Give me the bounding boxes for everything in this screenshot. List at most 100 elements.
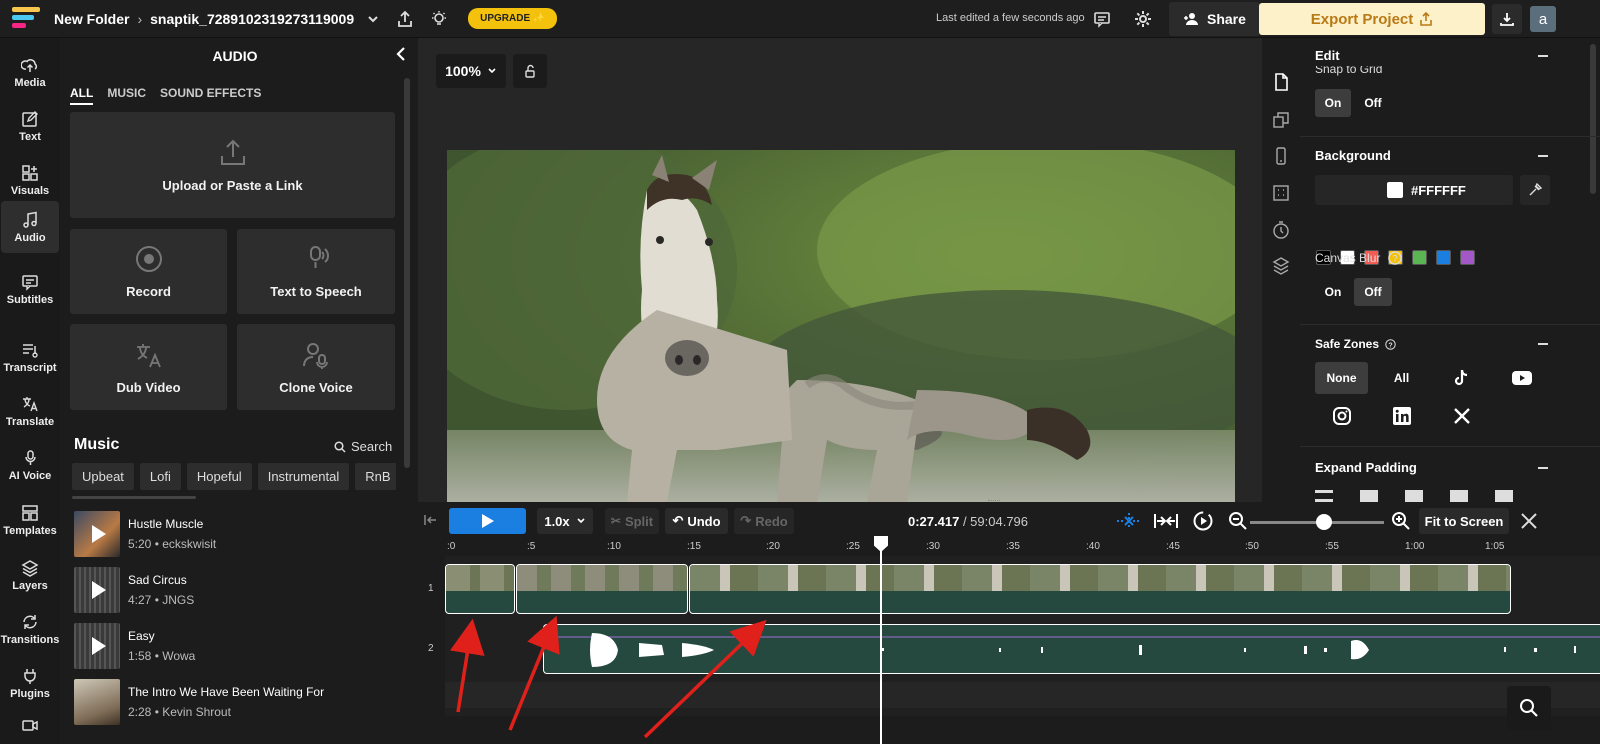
genre-chip[interactable]: RnB	[355, 463, 396, 490]
music-search-button[interactable]: Search	[334, 439, 392, 454]
speed-select[interactable]: 1.0x	[537, 508, 593, 534]
genre-chip[interactable]: Upbeat	[72, 463, 134, 490]
project-name[interactable]: snaptik_7289102319273119009	[150, 11, 354, 27]
mobile-icon[interactable]	[1271, 146, 1291, 166]
clone-voice-card[interactable]: Clone Voice	[237, 324, 395, 410]
nav-ai-voice[interactable]: AI Voice	[0, 439, 60, 491]
grid-icon[interactable]	[1271, 183, 1291, 203]
safe-zone-all[interactable]: All	[1375, 362, 1428, 394]
play-button[interactable]	[449, 508, 526, 534]
nav-text[interactable]: Text	[0, 100, 60, 152]
record-card[interactable]: Record	[70, 229, 227, 314]
video-clip-2[interactable]	[516, 564, 688, 614]
download-icon[interactable]	[1492, 4, 1522, 34]
collapse-panel-icon[interactable]	[394, 46, 408, 67]
timer-icon[interactable]	[1271, 220, 1291, 240]
layers-icon[interactable]	[1271, 256, 1291, 276]
app-logo[interactable]	[12, 6, 44, 31]
swatch-green[interactable]	[1412, 250, 1427, 265]
panel-scrollbar[interactable]	[404, 78, 410, 468]
help-icon[interactable]: ?	[1385, 338, 1396, 350]
x-twitter-icon[interactable]	[1435, 400, 1488, 432]
eyedropper-button[interactable]	[1520, 175, 1550, 205]
search-fab-button[interactable]	[1507, 686, 1551, 730]
list-item[interactable]: Hustle Muscle 5:20 • eckskwisit	[74, 510, 216, 558]
safe-zone-none[interactable]: None	[1315, 362, 1368, 394]
text-to-speech-card[interactable]: Text to Speech	[237, 229, 395, 314]
genre-chip[interactable]: Instrumental	[257, 463, 350, 490]
preview-play-icon[interactable]	[1192, 510, 1214, 532]
time-ruler[interactable]: :0 :5 :10 :15 :20 :25 :30 :35 :40 :45 :5…	[445, 538, 1600, 556]
nav-more[interactable]	[0, 712, 60, 738]
nav-transitions[interactable]: Transitions	[0, 603, 60, 655]
tiktok-icon[interactable]	[1435, 362, 1488, 394]
comment-icon[interactable]	[1093, 10, 1111, 28]
collapse-background-icon[interactable]	[1538, 155, 1548, 157]
list-item[interactable]: Easy 1:58 • Wowa	[74, 622, 195, 670]
background-color-field[interactable]: #FFFFFF	[1315, 175, 1513, 205]
snap-magnet-icon[interactable]	[1116, 512, 1142, 530]
zoom-select[interactable]: 100%	[436, 54, 506, 88]
chips-scrollbar[interactable]	[72, 496, 196, 499]
blur-on-toggle[interactable]: On	[1315, 278, 1351, 306]
collapse-safe-zones-icon[interactable]	[1538, 343, 1548, 345]
tab-sound-effects[interactable]: SOUND EFFECTS	[160, 86, 261, 105]
nav-audio[interactable]: Audio	[1, 201, 59, 253]
collapse-expand-padding-icon[interactable]	[1538, 467, 1548, 469]
undo-button[interactable]: ↶ Undo	[665, 508, 728, 534]
play-icon[interactable]	[92, 581, 106, 599]
collapse-edit-icon[interactable]	[1538, 55, 1548, 57]
play-icon[interactable]	[92, 637, 106, 655]
fit-gaps-icon[interactable]	[1153, 512, 1179, 530]
video-clip-3[interactable]	[689, 564, 1511, 614]
genre-chip[interactable]: Lofi	[139, 463, 181, 490]
zoom-in-icon[interactable]	[1391, 511, 1411, 531]
genre-chip[interactable]: Hopeful	[186, 463, 252, 490]
list-item[interactable]: The Intro We Have Been Waiting For 2:28 •…	[74, 678, 324, 726]
swatch-blue[interactable]	[1436, 250, 1451, 265]
linkedin-icon[interactable]	[1375, 400, 1428, 432]
split-button[interactable]: ✂ Split	[605, 508, 659, 534]
close-icon[interactable]	[1520, 512, 1538, 530]
empty-lane[interactable]	[445, 682, 1600, 708]
padding-left-icon[interactable]	[1450, 490, 1468, 502]
blur-off-toggle[interactable]: Off	[1354, 278, 1392, 306]
folder-breadcrumb[interactable]: New Folder	[54, 11, 129, 27]
nav-subtitles[interactable]: Subtitles	[0, 263, 60, 315]
padding-right-icon[interactable]	[1495, 490, 1513, 502]
zoom-out-icon[interactable]	[1228, 511, 1248, 531]
play-icon[interactable]	[92, 525, 106, 543]
upgrade-button[interactable]: UPGRADE ✨	[468, 8, 558, 29]
nav-templates[interactable]: Templates	[0, 494, 60, 546]
padding-top-icon[interactable]	[1405, 490, 1423, 502]
nav-translate[interactable]: Translate	[0, 385, 60, 437]
list-item[interactable]: Sad Circus 4:27 • JNGS	[74, 566, 194, 614]
nav-media[interactable]: Media	[0, 46, 60, 98]
upload-card[interactable]: Upload or Paste a Link	[70, 112, 395, 218]
chevron-down-icon[interactable]	[366, 12, 380, 26]
share-upload-icon[interactable]	[396, 10, 414, 28]
nav-visuals[interactable]: Visuals	[0, 154, 60, 206]
unlock-button[interactable]	[513, 54, 547, 88]
zoom-slider-thumb[interactable]	[1316, 514, 1332, 530]
snap-on-toggle[interactable]: On	[1315, 89, 1351, 117]
avatar[interactable]: a	[1530, 6, 1556, 32]
help-icon[interactable]: ?	[1388, 251, 1403, 265]
share-button[interactable]: Share	[1169, 2, 1260, 36]
playhead[interactable]	[880, 536, 882, 744]
snap-off-toggle[interactable]: Off	[1354, 89, 1392, 117]
swatch-purple[interactable]	[1460, 250, 1475, 265]
youtube-icon[interactable]	[1495, 362, 1548, 394]
nav-transcript[interactable]: Transcript	[0, 331, 60, 383]
padding-all-icon[interactable]	[1315, 490, 1333, 502]
nav-layers[interactable]: Layers	[0, 549, 60, 601]
export-project-button[interactable]: Export Project	[1259, 3, 1485, 35]
tab-all[interactable]: ALL	[70, 86, 94, 105]
dub-video-card[interactable]: Dub Video	[70, 324, 227, 410]
properties-scrollbar[interactable]	[1590, 44, 1596, 194]
tab-music[interactable]: MUSIC	[107, 86, 146, 105]
redo-button[interactable]: ↷ Redo	[734, 508, 794, 534]
gear-icon[interactable]	[1134, 10, 1152, 28]
video-preview[interactable]	[447, 150, 1235, 502]
audio-clip[interactable]	[543, 624, 1600, 674]
